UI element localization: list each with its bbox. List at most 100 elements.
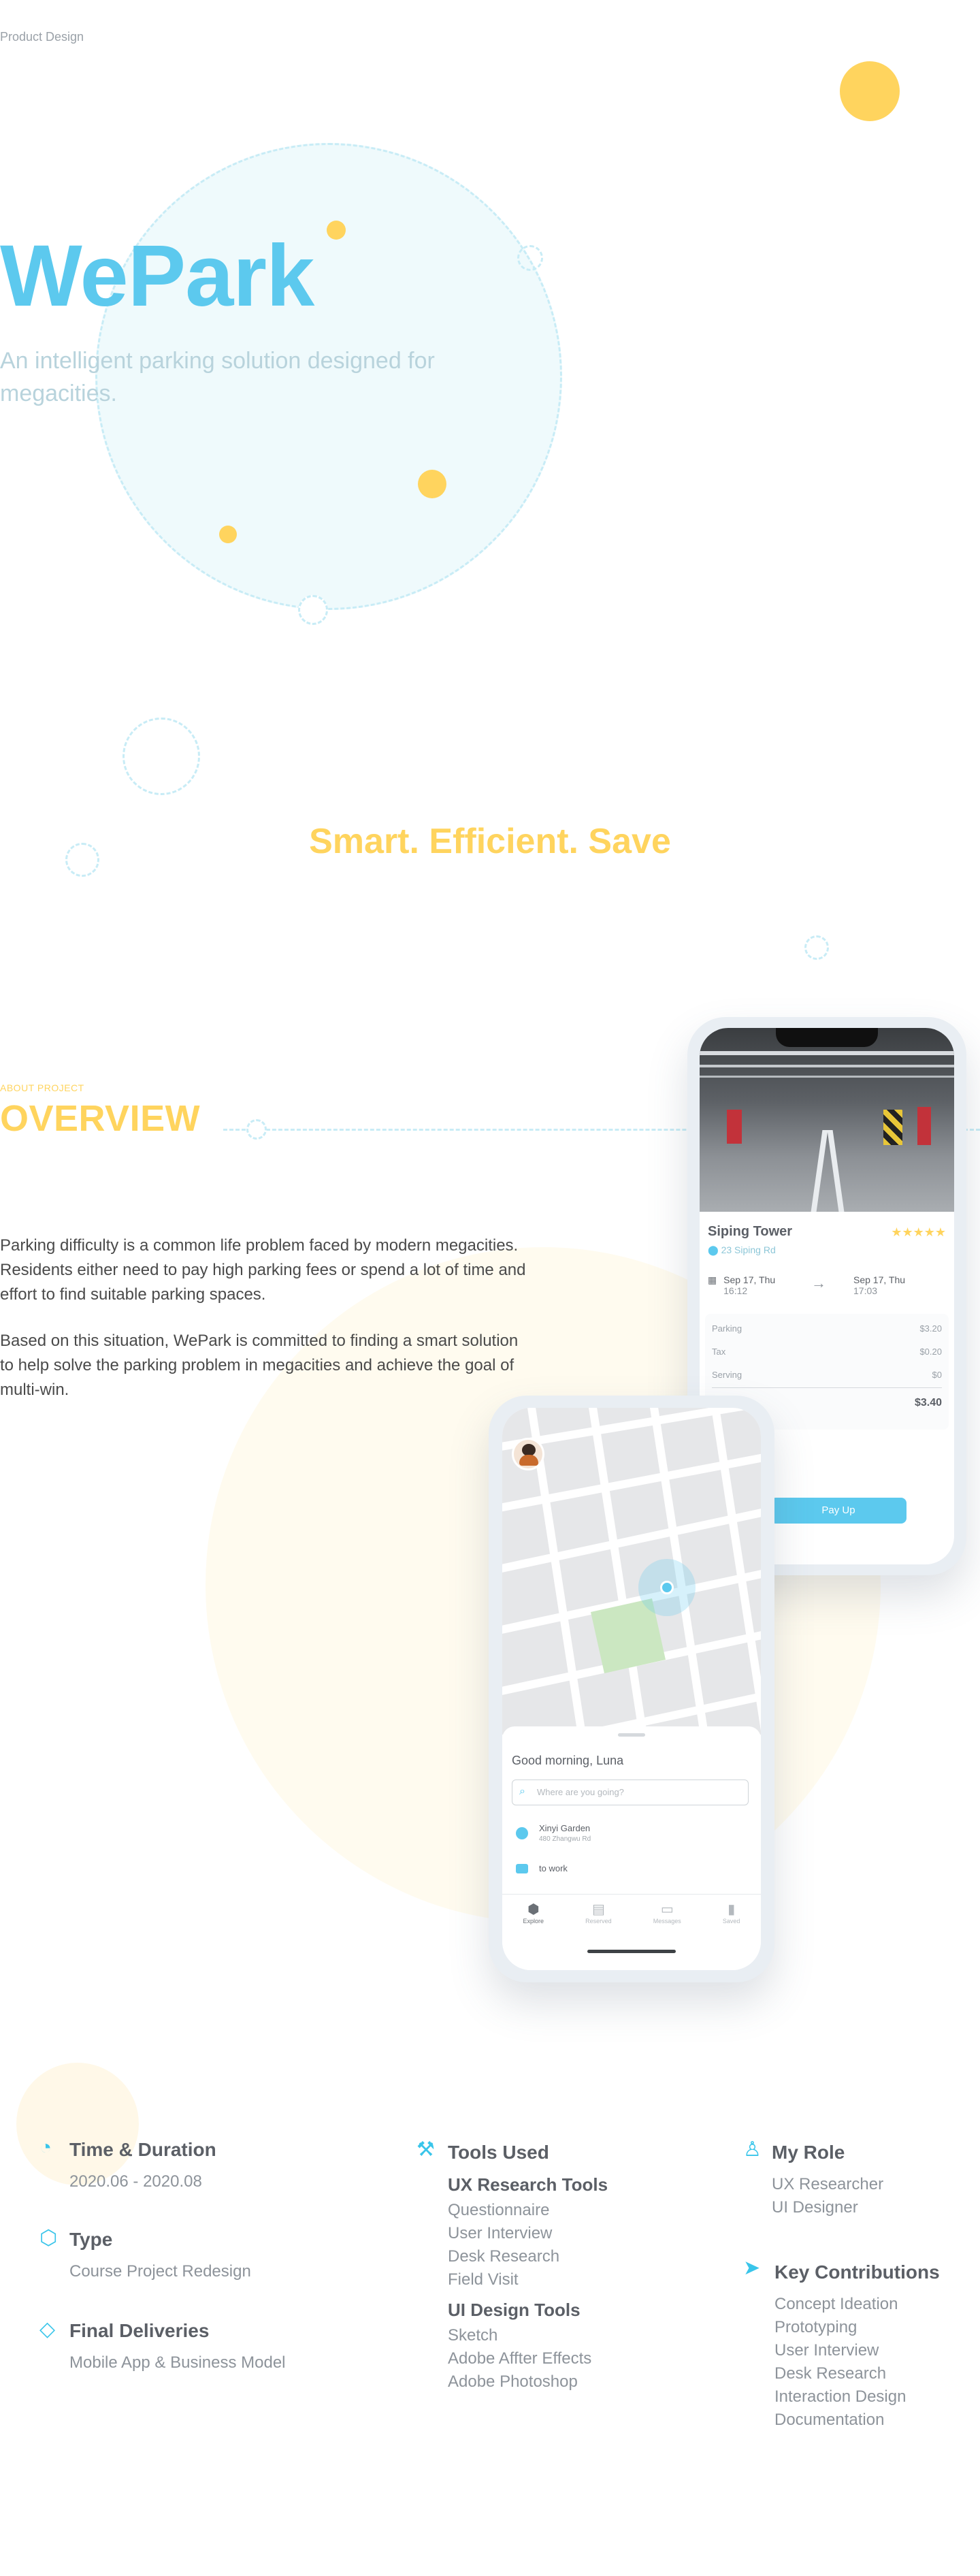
place-name: Siping Tower xyxy=(708,1224,793,1239)
overview-line: Parking difficulty is a common life prob… xyxy=(0,1236,519,1255)
message-icon: ▭ xyxy=(660,1902,674,1917)
tab-label: Messages xyxy=(653,1918,681,1925)
start-date: Sep 17, Thu xyxy=(723,1274,776,1285)
tagline: Smart. Efficient. Save xyxy=(309,822,671,861)
end-clock: 17:03 xyxy=(853,1285,878,1296)
hero-subtitle-line: An intelligent parking solution designed… xyxy=(0,348,435,374)
divider-dot xyxy=(246,1119,267,1140)
ux-tools-list: Questionnaire User Interview Desk Resear… xyxy=(448,2199,559,2291)
tab-label: Saved xyxy=(722,1918,740,1925)
tag-icon: ◇ xyxy=(39,2318,56,2340)
overview-paragraph: Based on this situation, WePark is commi… xyxy=(0,1329,612,1402)
ui-tools-list: Sketch Adobe Affter Effects Adobe Photos… xyxy=(448,2324,591,2394)
list-item: Desk Research xyxy=(774,2364,887,2383)
tab-messages[interactable]: ▭ Messages xyxy=(653,1901,681,1935)
list-item: UI Designer xyxy=(772,2198,858,2217)
map-pin-icon: ⬢ xyxy=(527,1902,540,1917)
dashed-dot xyxy=(298,595,328,625)
bookmark-icon: ▮ xyxy=(728,1902,736,1917)
overview-line: to help solve the parking problem in meg… xyxy=(0,1356,514,1374)
dashed-dot xyxy=(804,935,829,960)
wrench-icon: ⚒ xyxy=(416,2138,435,2161)
fee-label: Tax xyxy=(712,1347,726,1357)
yellow-dot-large xyxy=(840,61,900,121)
contributions-list: Concept Ideation Prototyping User Interv… xyxy=(774,2293,906,2432)
parking-photo xyxy=(700,1028,954,1212)
time-duration-value: 2020.06 - 2020.08 xyxy=(69,2172,202,2191)
yellow-dot xyxy=(327,221,346,240)
list-item: Adobe Photoshop xyxy=(448,2372,578,2391)
role-list: UX Researcher UI Designer xyxy=(772,2173,883,2219)
map-view[interactable] xyxy=(502,1408,761,1735)
rating-stars: ★★★★★ xyxy=(891,1225,946,1239)
list-item: Interaction Design xyxy=(774,2387,906,2406)
type-value: Course Project Redesign xyxy=(69,2262,251,2281)
list-item: Documentation xyxy=(774,2411,885,2429)
address: ⬤ 23 Siping Rd xyxy=(708,1244,776,1256)
list-item: User Interview xyxy=(448,2224,553,2242)
avatar[interactable] xyxy=(512,1438,544,1470)
breadcrumb[interactable]: Product Design xyxy=(0,30,84,44)
overview-line: Based on this situation, WePark is commi… xyxy=(0,1332,519,1350)
tools-title: Tools Used xyxy=(448,2142,549,2163)
search-input[interactable]: ⌕ Where are you going? xyxy=(512,1780,749,1805)
overview-paragraph: Parking difficulty is a common life prob… xyxy=(0,1234,612,1307)
tab-reserved[interactable]: ▤ Reserved xyxy=(585,1901,612,1935)
tab-bar: ⬢ Explore ▤ Reserved ▭ Messages ▮ Saved xyxy=(502,1901,761,1935)
type-title: Type xyxy=(69,2229,113,2250)
ui-tools-title: UI Design Tools xyxy=(448,2300,581,2320)
recent-place-item[interactable]: Xinyi Garden 480 Zhangwu Rd xyxy=(512,1822,749,1849)
tab-explore[interactable]: ⬢ Explore xyxy=(523,1901,544,1935)
ticket-icon: ▤ xyxy=(591,1902,605,1917)
list-item: Field Visit xyxy=(448,2270,519,2289)
shortcut-label: to work xyxy=(539,1863,568,1873)
calendar-icon: ▦ xyxy=(708,1274,717,1285)
clock-icon: ◔ xyxy=(39,2136,52,2159)
start-time: ▦ Sep 17, Thu 16:12 xyxy=(708,1274,775,1296)
hero-subtitle-line: megacities. xyxy=(0,381,117,406)
end-date: Sep 17, Thu xyxy=(853,1274,906,1285)
fee-value: $0.20 xyxy=(919,1347,942,1357)
address-text: 23 Siping Rd xyxy=(721,1244,776,1255)
yellow-dot xyxy=(219,526,237,543)
map-screen: Good morning, Luna ⌕ Where are you going… xyxy=(502,1408,761,1970)
search-icon: ⌕ xyxy=(519,1786,525,1797)
greeting: Good morning, Luna xyxy=(512,1754,624,1767)
contributions-title: Key Contributions xyxy=(774,2261,940,2283)
briefcase-icon xyxy=(516,1864,528,1873)
deliveries-value: Mobile App & Business Model xyxy=(69,2353,286,2372)
hero-subtitle: An intelligent parking solution designed… xyxy=(0,344,558,410)
fee-label: Serving xyxy=(712,1370,742,1380)
navigate-icon xyxy=(516,1827,528,1839)
deliveries-title: Final Deliveries xyxy=(69,2320,210,2341)
list-item: Adobe Affter Effects xyxy=(448,2349,592,2368)
fee-value: $3.20 xyxy=(919,1323,942,1334)
tab-saved[interactable]: ▮ Saved xyxy=(723,1901,740,1935)
recent-place-name: Xinyi Garden xyxy=(539,1823,591,1833)
sheet-handle[interactable] xyxy=(618,1733,645,1737)
arrow-right-icon: → xyxy=(811,1274,826,1291)
fee-value: $0 xyxy=(932,1370,942,1380)
search-placeholder: Where are you going? xyxy=(537,1787,624,1797)
bottom-sheet: Good morning, Luna ⌕ Where are you going… xyxy=(502,1726,761,1970)
pay-up-button[interactable]: Pay Up xyxy=(770,1498,906,1524)
start-clock: 16:12 xyxy=(723,1285,748,1296)
user-icon: ♙ xyxy=(743,2138,762,2161)
recent-place-address: 480 Zhangwu Rd xyxy=(539,1835,591,1843)
section-heading: OVERVIEW xyxy=(0,1098,201,1139)
role-title: My Role xyxy=(772,2142,845,2163)
overview-line: Residents either need to pay high parkin… xyxy=(0,1261,526,1279)
yellow-dot xyxy=(418,470,446,498)
tab-label: Reserved xyxy=(585,1918,612,1925)
shortcut-item[interactable]: to work xyxy=(512,1860,749,1880)
fee-row: Tax $0.20 xyxy=(712,1347,942,1357)
send-icon: ➤ xyxy=(743,2257,761,2279)
cube-icon: ⬡ xyxy=(39,2227,58,2249)
list-item: UX Researcher xyxy=(772,2175,884,2193)
list-item: Prototyping xyxy=(774,2318,858,2336)
dashed-dot xyxy=(517,245,543,271)
location-pin-icon: ⬤ xyxy=(708,1244,719,1255)
fee-total: $3.40 xyxy=(914,1397,942,1408)
time-duration-title: Time & Duration xyxy=(69,2139,216,2160)
page-title: WePark xyxy=(0,227,314,325)
